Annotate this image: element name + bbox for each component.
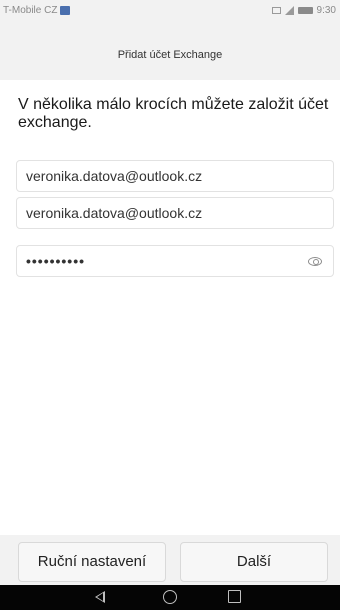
status-right: 9:30 <box>271 4 336 16</box>
title-bar: Přidat účet Exchange <box>0 34 340 74</box>
username-field-value: veronika.datova@outlook.cz <box>26 205 203 221</box>
carrier-name: T-Mobile CZ <box>3 4 58 16</box>
email-field-value: veronika.datova@outlook.cz <box>26 168 203 184</box>
password-field-value: •••••••••• <box>26 253 86 269</box>
notification-icon <box>60 5 71 15</box>
exchange-setup-form: V několika málo krocích můžete založit ú… <box>0 80 340 535</box>
password-field[interactable]: •••••••••• <box>16 245 334 277</box>
back-icon[interactable] <box>95 591 105 603</box>
recent-apps-icon[interactable] <box>228 590 241 603</box>
page-title: Přidat účet Exchange <box>117 49 223 61</box>
instruction-heading: V několika málo krocích můžete založit ú… <box>18 96 329 131</box>
status-bar: T-Mobile CZ 9:30 <box>0 0 340 20</box>
manual-setup-button[interactable]: Ruční nastavení <box>18 542 166 582</box>
signal-icon <box>284 5 294 15</box>
status-left: T-Mobile CZ <box>3 4 71 16</box>
email-field[interactable]: veronika.datova@outlook.cz <box>16 160 334 192</box>
clock: 9:30 <box>316 4 336 16</box>
home-icon[interactable] <box>163 590 177 604</box>
navigation-bar <box>0 585 340 610</box>
image-icon <box>271 6 281 14</box>
username-field[interactable]: veronika.datova@outlook.cz <box>16 197 334 229</box>
battery-icon <box>297 6 313 14</box>
action-footer: Ruční nastavení Další <box>0 535 340 585</box>
eye-icon[interactable] <box>308 256 322 266</box>
next-button[interactable]: Další <box>180 542 328 582</box>
